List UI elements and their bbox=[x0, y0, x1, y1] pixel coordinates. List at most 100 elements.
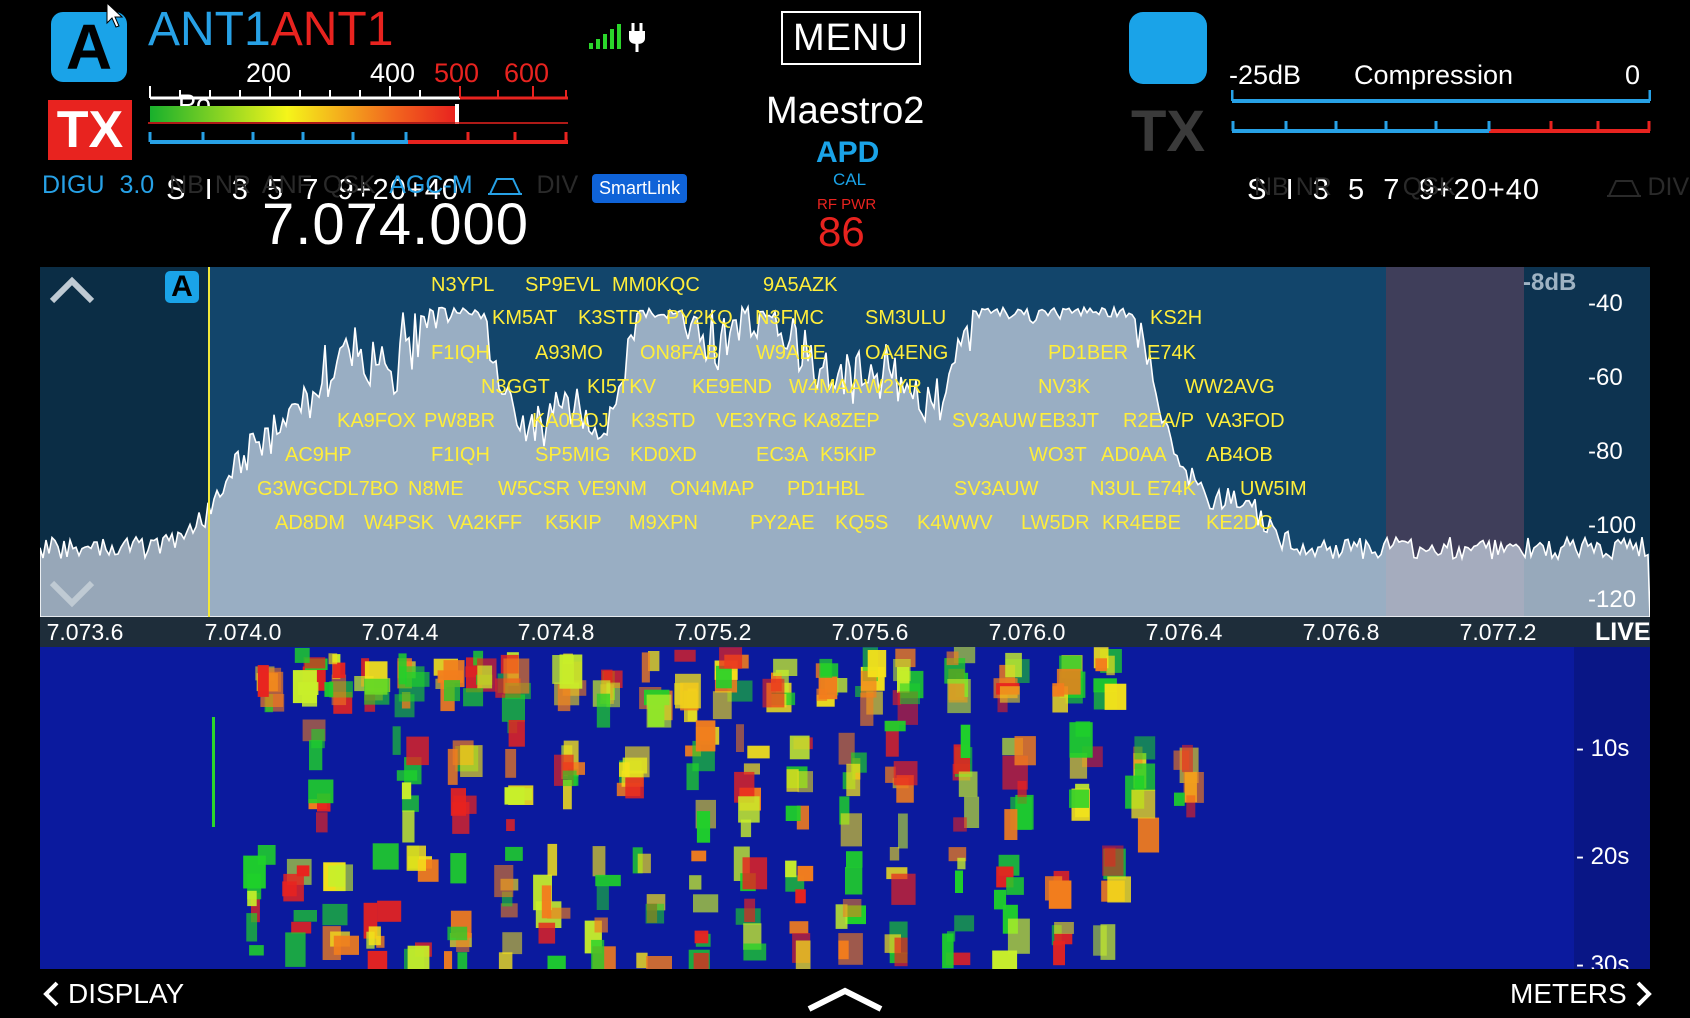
spot-callsign[interactable]: KS2H bbox=[1150, 308, 1202, 328]
display-button[interactable]: DISPLAY bbox=[40, 978, 184, 1010]
spot-callsign[interactable]: KQ5S bbox=[835, 513, 888, 533]
slice-a-frequency[interactable]: 7.074.000 bbox=[262, 196, 529, 254]
spot-callsign[interactable]: 9A5AZK bbox=[763, 275, 837, 295]
spot-callsign[interactable]: NV3K bbox=[1038, 377, 1090, 397]
spot-callsign[interactable]: N8ME bbox=[408, 479, 464, 499]
spot-callsign[interactable]: N3FMC bbox=[755, 308, 824, 328]
spot-callsign[interactable]: KA0BOJ bbox=[532, 411, 609, 431]
antenna-selector[interactable]: ANT1ANT1 bbox=[148, 6, 393, 54]
spot-callsign[interactable]: W4MAA bbox=[789, 377, 862, 397]
slice-b-nb-toggle[interactable]: NB bbox=[1254, 173, 1289, 201]
zoom-up-arrow-icon[interactable] bbox=[48, 275, 96, 310]
spot-callsign[interactable]: VA2KFF bbox=[448, 513, 522, 533]
spot-callsign[interactable]: ON8FAB bbox=[640, 343, 719, 363]
spot-callsign[interactable]: F1IQH bbox=[431, 445, 490, 465]
spot-callsign[interactable]: PY2KQ bbox=[666, 308, 733, 328]
spot-callsign[interactable]: OA4ENG bbox=[865, 343, 948, 363]
spot-callsign[interactable]: M9XPN bbox=[629, 513, 698, 533]
slice-b-qsk-toggle[interactable]: QSK bbox=[1403, 173, 1456, 201]
spot-callsign[interactable]: PD1HBL bbox=[787, 479, 865, 499]
spot-callsign[interactable]: KE9END bbox=[692, 377, 772, 397]
live-indicator[interactable]: LIVE bbox=[1595, 618, 1651, 647]
spot-callsign[interactable]: W9ABE bbox=[756, 343, 826, 363]
spot-callsign[interactable]: KA8ZEP bbox=[803, 411, 880, 431]
spot-callsign[interactable]: VA3FOD bbox=[1206, 411, 1285, 431]
spot-callsign[interactable]: KM5AT bbox=[492, 308, 557, 328]
spot-callsign[interactable]: K5KIP bbox=[545, 513, 602, 533]
spot-callsign[interactable]: W2YR bbox=[864, 377, 922, 397]
cal-label[interactable]: CAL bbox=[833, 170, 866, 190]
spot-callsign[interactable]: K5KIP bbox=[820, 445, 877, 465]
spot-callsign[interactable]: UW5IM bbox=[1240, 479, 1307, 499]
zoom-down-arrow-icon[interactable] bbox=[48, 579, 96, 614]
waterfall-signal-blob bbox=[401, 782, 412, 800]
spot-callsign[interactable]: AD8DM bbox=[275, 513, 345, 533]
spot-callsign[interactable]: LW5DR bbox=[1021, 513, 1090, 533]
spot-callsign[interactable]: PD1BER bbox=[1048, 343, 1128, 363]
meters-button[interactable]: METERS bbox=[1510, 978, 1655, 1010]
spot-callsign[interactable]: KR4EBE bbox=[1102, 513, 1181, 533]
spot-callsign[interactable]: E74K bbox=[1147, 479, 1196, 499]
frequency-axis[interactable]: 7.073.6 7.074.0 7.074.4 7.074.8 7.075.2 … bbox=[40, 617, 1651, 647]
spot-callsign[interactable]: EB3JT bbox=[1039, 411, 1099, 431]
rx-antenna[interactable]: ANT1 bbox=[148, 3, 271, 56]
nb-toggle[interactable]: NB bbox=[169, 171, 204, 199]
filter-width[interactable]: 3.0 bbox=[119, 171, 154, 199]
menu-button[interactable]: MENU bbox=[781, 11, 921, 65]
spot-callsign[interactable]: N3YPL bbox=[431, 275, 494, 295]
div-toggle[interactable]: DIV bbox=[536, 171, 578, 199]
spot-callsign[interactable]: G3WGC bbox=[257, 479, 333, 499]
spot-callsign[interactable]: K4WWV bbox=[917, 513, 993, 533]
spot-callsign[interactable]: R2EA/P bbox=[1123, 411, 1194, 431]
spot-callsign[interactable]: N3UL bbox=[1090, 479, 1141, 499]
spot-callsign[interactable]: AC9HP bbox=[285, 445, 352, 465]
spot-callsign[interactable]: W4PSK bbox=[364, 513, 434, 533]
spot-callsign[interactable]: K3STD bbox=[631, 411, 695, 431]
spot-callsign[interactable]: N3GGT bbox=[481, 377, 550, 397]
slice-b-badge[interactable] bbox=[1129, 12, 1207, 84]
slice-a-flag[interactable]: A bbox=[165, 271, 199, 303]
spot-callsign[interactable]: PW8BR bbox=[424, 411, 495, 431]
spot-callsign[interactable]: EC3A bbox=[756, 445, 808, 465]
spot-callsign[interactable]: VE9NM bbox=[578, 479, 647, 499]
spot-callsign[interactable]: MM0KQC bbox=[612, 275, 700, 295]
panadapter[interactable]: A -8dB -40 -60 -80 -100 -120 N3YPL SP9EVL… bbox=[40, 267, 1650, 617]
spot-callsign[interactable]: DL7BO bbox=[333, 479, 399, 499]
spot-callsign[interactable]: SV3AUW bbox=[954, 479, 1038, 499]
spot-callsign[interactable]: AD0AA bbox=[1101, 445, 1167, 465]
slice-a-marker-line[interactable] bbox=[208, 267, 210, 617]
tx-badge[interactable]: TX bbox=[48, 100, 132, 160]
reference-level[interactable]: -8dB bbox=[1523, 269, 1576, 297]
smartlink-button[interactable]: SmartLink bbox=[592, 174, 688, 203]
spot-callsign[interactable]: SP9EVL bbox=[525, 275, 601, 295]
spot-callsign[interactable]: VE3YRG bbox=[716, 411, 797, 431]
slice-b-nr-toggle[interactable]: NR bbox=[1296, 173, 1332, 201]
tx-antenna[interactable]: ANT1 bbox=[271, 3, 394, 56]
slice-b-div-toggle[interactable]: DIV bbox=[1647, 173, 1689, 201]
chevron-up-icon[interactable] bbox=[805, 985, 885, 1018]
spot-callsign[interactable]: WW2AVG bbox=[1185, 377, 1275, 397]
spot-callsign[interactable]: ON4MAP bbox=[670, 479, 754, 499]
nr-toggle[interactable]: NR bbox=[215, 171, 251, 199]
spot-callsign[interactable]: KE2DC bbox=[1206, 513, 1273, 533]
spot-callsign[interactable]: KD0XD bbox=[630, 445, 697, 465]
spot-callsign[interactable]: KI5TKV bbox=[587, 377, 656, 397]
spot-callsign[interactable]: PY2AE bbox=[750, 513, 814, 533]
rf-power-value[interactable]: 86 bbox=[818, 208, 865, 256]
spot-callsign[interactable]: E74K bbox=[1147, 343, 1196, 363]
spot-callsign[interactable]: F1IQH bbox=[431, 343, 490, 363]
spot-callsign[interactable]: SM3ULU bbox=[865, 308, 946, 328]
slice-b-filter-shape-icon[interactable] bbox=[1606, 173, 1648, 201]
spot-callsign[interactable]: AB4OB bbox=[1206, 445, 1273, 465]
spot-callsign[interactable]: SP5MIG bbox=[535, 445, 611, 465]
spot-callsign[interactable]: A93MO bbox=[535, 343, 603, 363]
slice-b-tx-label[interactable]: TX bbox=[1131, 98, 1205, 165]
spot-callsign[interactable]: W5CSR bbox=[498, 479, 570, 499]
spot-callsign[interactable]: KA9FOX bbox=[337, 411, 416, 431]
spot-callsign[interactable]: SV3AUW bbox=[952, 411, 1036, 431]
apd-label[interactable]: APD bbox=[816, 136, 879, 170]
spot-callsign[interactable]: WO3T bbox=[1029, 445, 1087, 465]
waterfall[interactable]: - 10s - 20s - 30s bbox=[40, 647, 1650, 969]
mode-selector[interactable]: DIGU bbox=[42, 171, 105, 199]
spot-callsign[interactable]: K3STD bbox=[578, 308, 642, 328]
